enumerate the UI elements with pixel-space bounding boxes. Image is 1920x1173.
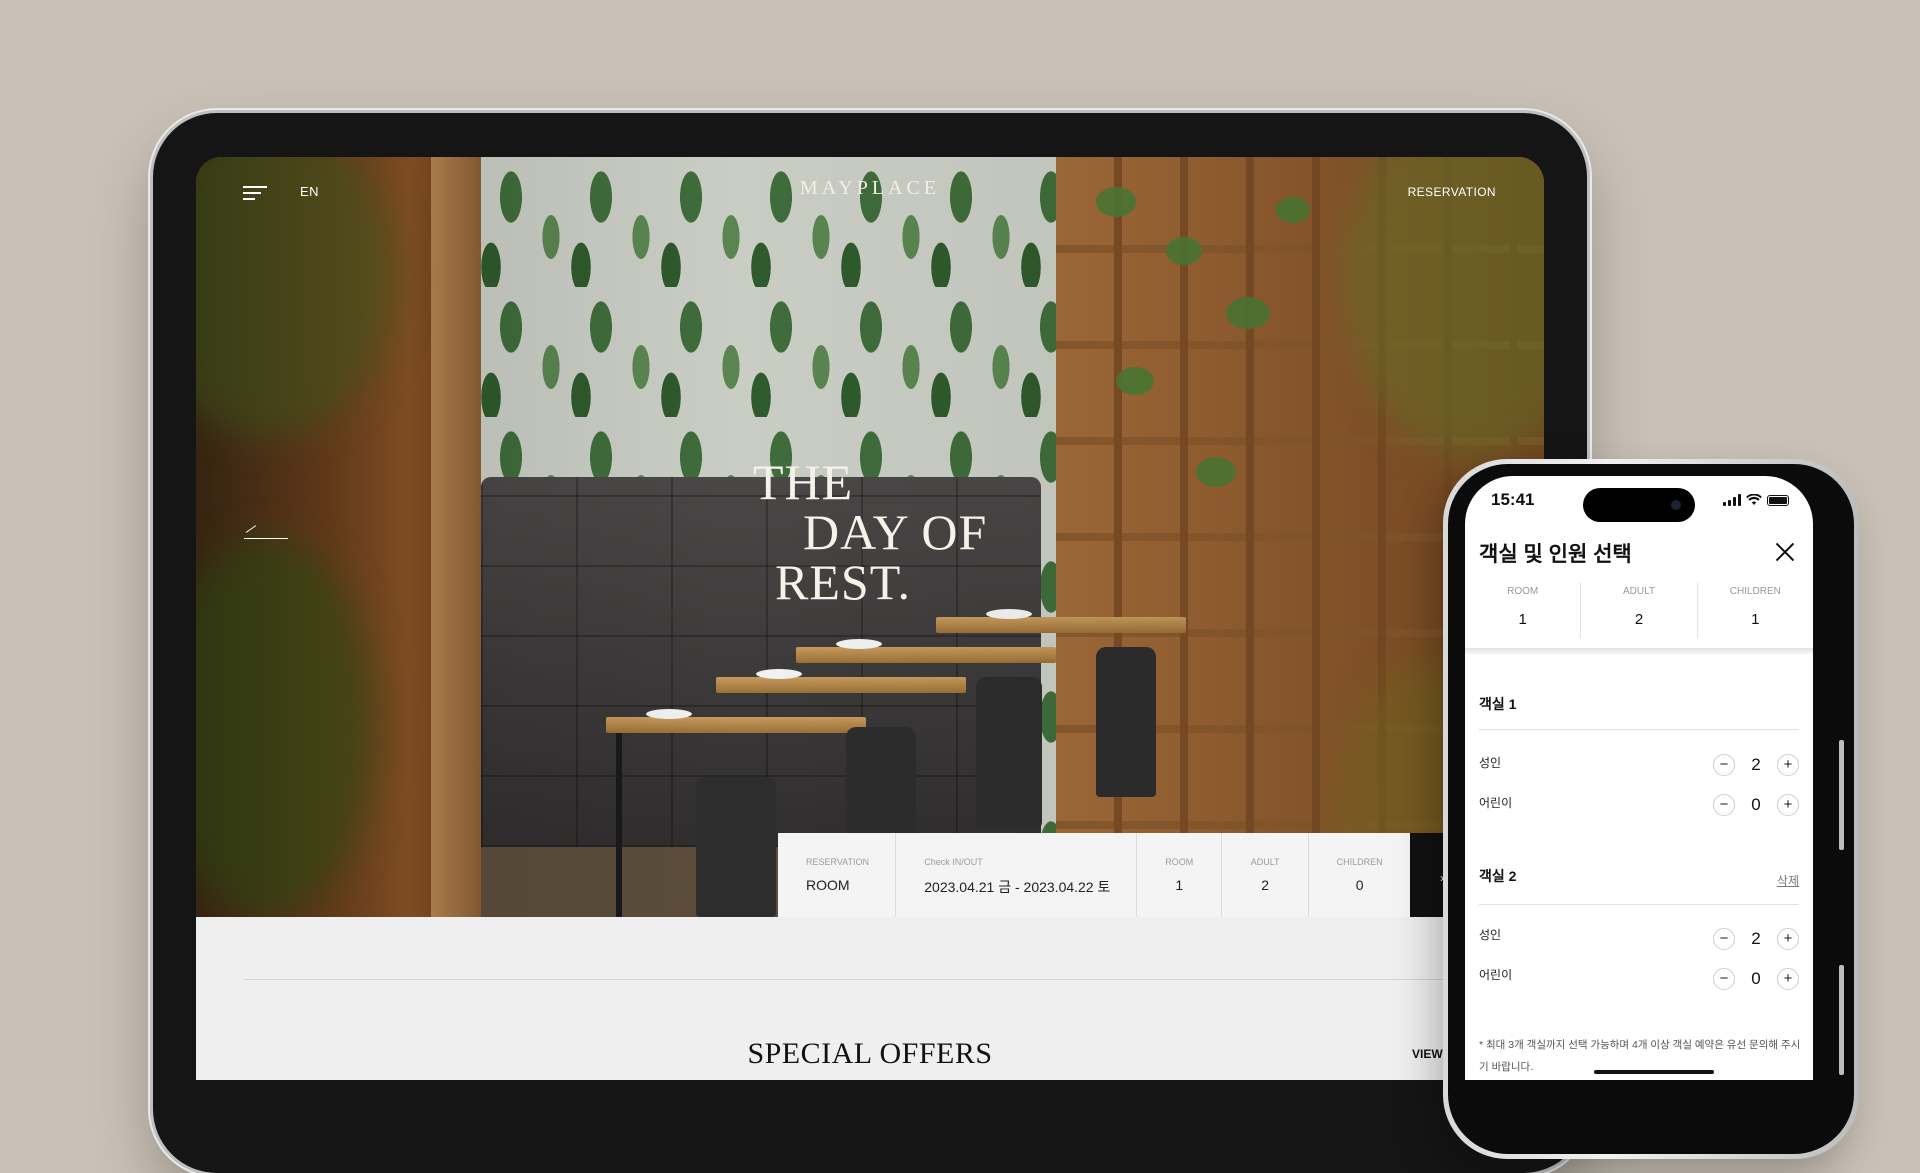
- sheet-title: 객실 및 인원 선택: [1479, 543, 1632, 566]
- status-icons: [1723, 494, 1789, 506]
- room-2-title: 객실 2: [1479, 868, 1517, 884]
- hero-image: EN MAYPLACE RESERVATION THE DAY OF REST.…: [196, 157, 1544, 917]
- room-1-adult-stepper: − 2 +: [1713, 754, 1799, 778]
- plus-button[interactable]: +: [1777, 968, 1799, 990]
- booking-adult-value: 2: [1261, 877, 1270, 893]
- guest-summary: ROOM 1 ADULT 2 CHILDREN 1: [1465, 582, 1813, 638]
- booking-room[interactable]: ROOM 1: [1137, 833, 1223, 917]
- divider: [1479, 729, 1799, 730]
- minus-button[interactable]: −: [1713, 794, 1735, 816]
- room-1-title: 객실 1: [1479, 696, 1517, 712]
- summary-label: ROOM: [1507, 586, 1539, 597]
- delete-room-button[interactable]: 삭제: [1777, 872, 1799, 889]
- headline-line-2: DAY OF: [803, 504, 988, 560]
- phone-screen: 15:41 객실 및 인원 선택 ROOM 1 ADULT 2 CHILDREN…: [1465, 476, 1813, 1080]
- stepper-value: 2: [1751, 755, 1761, 774]
- home-indicator: [1594, 1070, 1714, 1074]
- status-time: 15:41: [1491, 490, 1535, 509]
- phone-side-button: [1839, 965, 1844, 1075]
- room-2-adult-stepper: − 2 +: [1713, 928, 1799, 952]
- booking-dates[interactable]: Check IN/OUT 2023.04.21 금 - 2023.04.22 토: [896, 833, 1137, 917]
- booking-dates-value: 2023.04.21 금 - 2023.04.22 토: [924, 879, 1111, 895]
- summary-room: ROOM 1: [1465, 582, 1582, 638]
- booking-children-value: 0: [1355, 877, 1364, 893]
- booking-type[interactable]: RESERVATION ROOM: [778, 833, 897, 917]
- minus-button[interactable]: −: [1713, 968, 1735, 990]
- plus-button[interactable]: +: [1777, 928, 1799, 950]
- booking-adult-label: ADULT: [1250, 857, 1280, 867]
- booking-children-label: CHILDREN: [1336, 857, 1383, 867]
- booking-bar: RESERVATION ROOM Check IN/OUT 2023.04.21…: [778, 833, 1410, 917]
- divider: [1465, 648, 1813, 654]
- content-section: SPECIAL OFFERS VIEW: [196, 917, 1544, 1080]
- headline-line-3: REST.: [775, 554, 912, 610]
- battery-icon: [1767, 494, 1789, 506]
- hero-headline: THE DAY OF REST.: [753, 457, 987, 607]
- summary-label: CHILDREN: [1729, 586, 1781, 597]
- minus-button[interactable]: −: [1713, 754, 1735, 776]
- stepper-value: 2: [1751, 929, 1761, 948]
- child-label: 어린이: [1479, 796, 1513, 810]
- minus-button[interactable]: −: [1713, 928, 1735, 950]
- section-title: SPECIAL OFFERS: [747, 1037, 993, 1070]
- dynamic-island: [1583, 488, 1695, 522]
- adult-label: 성인: [1479, 928, 1502, 942]
- summary-value: 1: [1751, 611, 1760, 628]
- headline-line-1: THE: [753, 454, 854, 510]
- close-icon[interactable]: [1775, 542, 1795, 562]
- view-all-link[interactable]: VIEW: [1412, 1047, 1443, 1061]
- plus-button[interactable]: +: [1777, 794, 1799, 816]
- wifi-icon: [1746, 494, 1762, 505]
- summary-children: CHILDREN 1: [1698, 582, 1813, 638]
- summary-adult: ADULT 2: [1581, 582, 1698, 638]
- child-label: 어린이: [1479, 968, 1513, 982]
- booking-dates-label: Check IN/OUT: [924, 857, 983, 867]
- tablet-screen: EN MAYPLACE RESERVATION THE DAY OF REST.…: [196, 157, 1544, 1080]
- stepper-value: 0: [1751, 969, 1761, 988]
- summary-label: ADULT: [1622, 586, 1656, 597]
- arrow-left-icon[interactable]: [244, 525, 288, 539]
- stepper-value: 0: [1751, 795, 1761, 814]
- booking-type-value: ROOM: [806, 877, 850, 893]
- booking-type-label: RESERVATION: [806, 857, 870, 867]
- room-2-child-stepper: − 0 +: [1713, 968, 1799, 992]
- reservation-link[interactable]: RESERVATION: [1408, 185, 1496, 199]
- adult-label: 성인: [1479, 756, 1502, 770]
- divider: [1479, 904, 1799, 905]
- plus-button[interactable]: +: [1777, 754, 1799, 776]
- divider: [244, 979, 1544, 980]
- booking-adult[interactable]: ADULT 2: [1222, 833, 1309, 917]
- room-1-child-stepper: − 0 +: [1713, 794, 1799, 818]
- booking-room-value: 1: [1175, 877, 1184, 893]
- summary-value: 2: [1634, 611, 1644, 628]
- booking-children[interactable]: CHILDREN 0: [1309, 833, 1410, 917]
- summary-value: 1: [1518, 611, 1527, 628]
- signal-icon: [1723, 494, 1741, 506]
- booking-room-label: ROOM: [1165, 857, 1194, 867]
- phone-side-button: [1839, 740, 1844, 850]
- logo[interactable]: MAYPLACE: [196, 177, 1544, 200]
